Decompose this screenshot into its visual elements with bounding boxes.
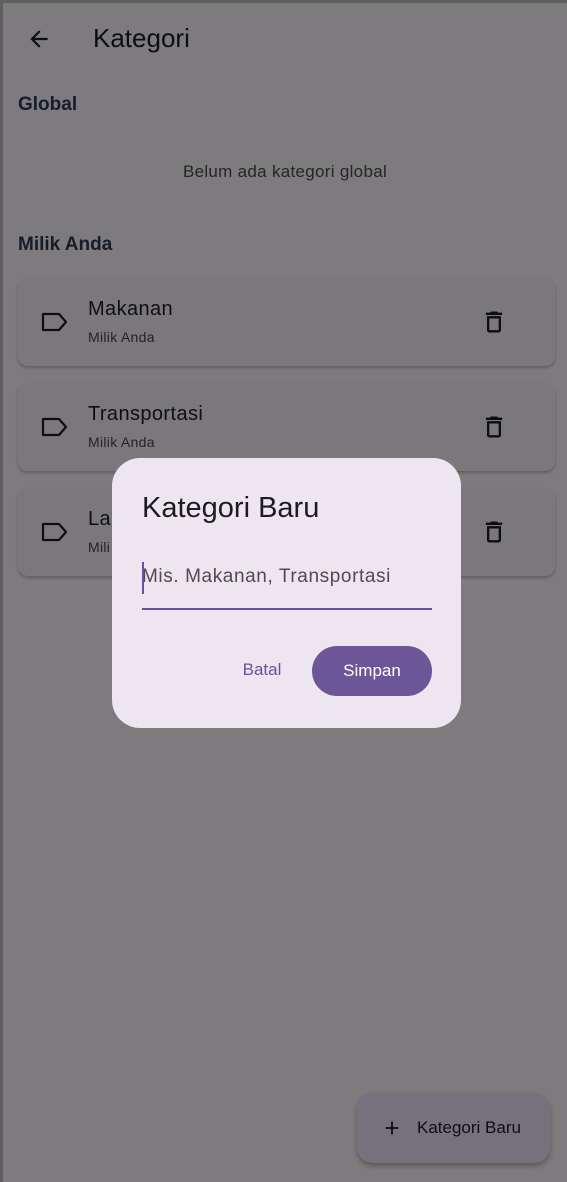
cancel-button[interactable]: Batal (232, 646, 292, 694)
text-caret (142, 562, 144, 594)
category-name-input[interactable] (142, 560, 432, 594)
dialog-title: Kategori Baru (142, 492, 320, 524)
save-button[interactable]: Simpan (312, 646, 432, 696)
category-screen: Kategori Global Belum ada kategori globa… (3, 3, 567, 1182)
category-name-field (142, 546, 432, 610)
new-category-dialog: Kategori Baru Batal Simpan (112, 458, 461, 728)
